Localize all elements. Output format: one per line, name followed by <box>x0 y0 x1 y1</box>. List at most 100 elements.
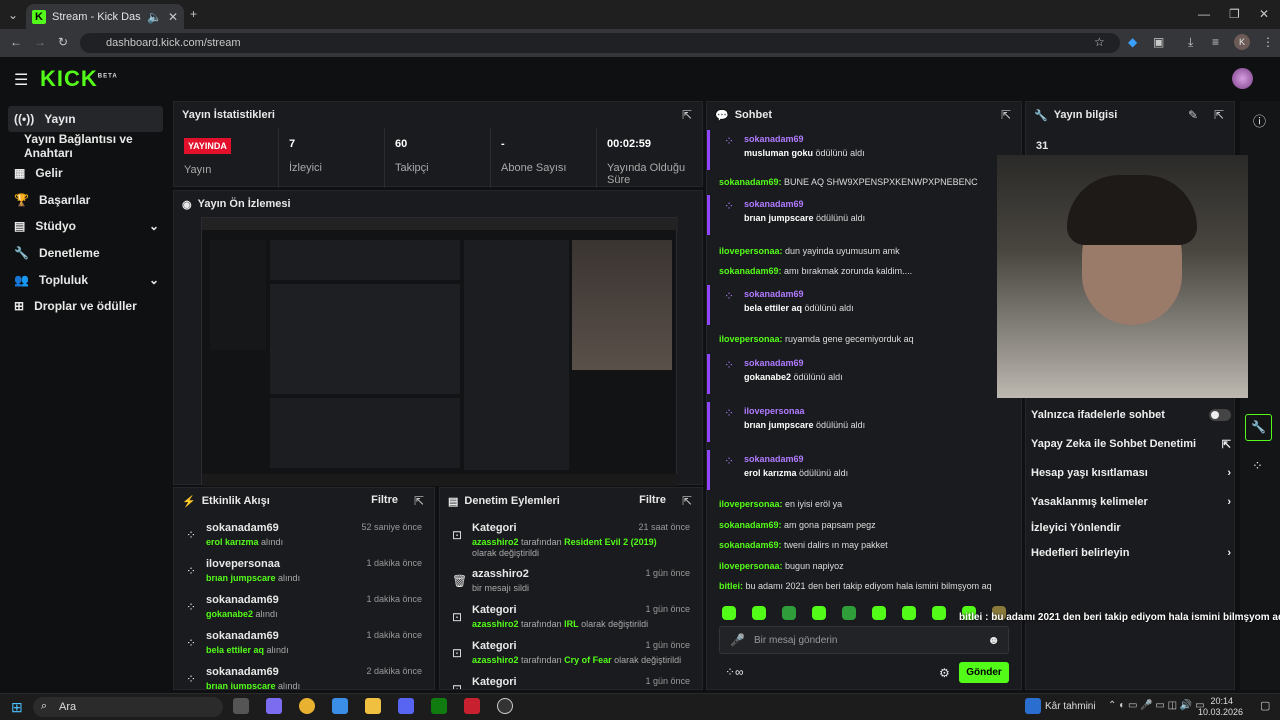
file-explorer-icon[interactable] <box>365 698 381 714</box>
chat-message: ilovepersonaa: dun yayinda uyumusum amk <box>719 246 900 256</box>
copilot-icon[interactable] <box>266 698 282 714</box>
microphone-icon[interactable]: 🎤 <box>730 633 745 647</box>
new-tab-icon[interactable]: + <box>190 7 197 21</box>
chat-message: sokanadam69: tweni dalirs ın may pakket <box>719 540 888 550</box>
windows-start-icon[interactable]: ⊞ <box>11 699 23 716</box>
chevron-right-icon: › <box>1227 496 1231 508</box>
chat-bubble-icon: 💬 <box>715 109 729 122</box>
tab-list-icon[interactable]: ⌄ <box>8 8 18 22</box>
extensions-puzzle-icon[interactable]: ▣ <box>1153 35 1164 49</box>
edit-pencil-icon[interactable]: ✎ <box>1188 108 1198 122</box>
live-badge: YAYINDA <box>184 138 231 154</box>
app-icon[interactable] <box>464 698 480 714</box>
chat-gift-message: ⁘ ilovepersonaa brıan jumpscare ödülünü al… <box>707 402 1007 442</box>
sidebar-item-yayin[interactable]: ((•)) Yayın <box>8 106 163 132</box>
media-icon[interactable]: ≡ <box>1212 35 1219 49</box>
emote-icon[interactable] <box>812 606 826 620</box>
sidebar-item-gelir[interactable]: ▦ Gelir <box>8 160 163 186</box>
sidebar-item-denetleme[interactable]: 🔧 Denetleme <box>8 240 163 266</box>
sidebar-item-topluluk[interactable]: 👥 Topluluk ⌄ <box>8 267 163 293</box>
tab-close-icon[interactable]: ✕ <box>168 10 178 24</box>
forward-icon[interactable]: → <box>34 35 46 49</box>
chevron-right-icon: › <box>1227 467 1231 479</box>
bookmark-star-icon[interactable]: ☆ <box>1094 35 1105 49</box>
user-avatar[interactable] <box>1232 68 1253 89</box>
emote-icon[interactable] <box>872 606 886 620</box>
back-icon[interactable]: ← <box>10 35 22 49</box>
kick-logo[interactable]: KICKBETA <box>40 66 118 92</box>
list-item: ⁘ sokanadam69 1 dakika önce gokanabe2 alınd… <box>186 594 422 619</box>
popout-icon[interactable]: ⇱ <box>1214 108 1224 122</box>
moderation-tools-button[interactable]: 🔧 <box>1245 414 1272 441</box>
popout-icon[interactable]: ⇱ <box>682 494 692 508</box>
taskbar-search[interactable]: ⌕ Ara <box>33 697 223 717</box>
window-close-icon[interactable]: ✕ <box>1259 7 1269 21</box>
weather-label[interactable]: Kâr tahmini <box>1045 701 1096 712</box>
sidebar-item-droplar[interactable]: ⊞ Droplar ve ödüller <box>8 293 163 319</box>
reload-icon[interactable]: ↻ <box>58 35 68 49</box>
tray-icons[interactable]: ⌃ ◐ ▭ 🎤 ▭ ◫ 🔊 ▭ <box>1108 700 1205 711</box>
menu-goals[interactable]: Hedefleri belirleyin › <box>1031 547 1231 559</box>
browser-tab[interactable]: K Stream - Kick Dashboard 🔈 ✕ <box>26 4 184 29</box>
clock-time[interactable]: 20:14 <box>1203 696 1233 706</box>
list-item: ⊡ Kategori 1 gün önce <box>448 674 694 689</box>
emote-only-toggle[interactable] <box>1209 409 1231 421</box>
gift-drop-icon: ⁘ <box>724 454 735 468</box>
menu-emote-only[interactable]: Yalnızca ifadelerle sohbet <box>1031 409 1231 421</box>
menu-banned-words[interactable]: Yasaklanmış kelimeler › <box>1031 496 1231 508</box>
search-icon: ⌕ <box>41 700 48 712</box>
chat-input[interactable]: 🎤 Bir mesaj gönderin ☻ <box>719 626 1009 654</box>
drops-icon[interactable]: ⁘ <box>1252 458 1263 474</box>
profile-avatar[interactable]: K <box>1234 34 1250 50</box>
live-status: YAYINDA Yayın <box>174 128 279 188</box>
sidebar-item-studyo[interactable]: ▤ Stüdyo ⌄ <box>8 213 163 239</box>
hamburger-menu-icon[interactable]: ☰ <box>14 70 28 90</box>
send-button[interactable]: Gönder <box>959 662 1009 683</box>
obs-icon[interactable] <box>497 698 513 714</box>
activity-filter-button[interactable]: Filtre <box>371 494 398 506</box>
popout-icon[interactable]: ⇱ <box>1001 108 1011 122</box>
chat-gift-message: ⁘ sokanadam69 brıan jumpscare ödülünü aldı <box>707 195 1007 235</box>
emote-icon[interactable] <box>782 606 796 620</box>
list-item: ⁘ sokanadam69 2 dakika önce brıan jumpscare… <box>186 666 422 690</box>
clock-date[interactable]: 10.03.2026 <box>1198 707 1243 717</box>
browser-menu-icon[interactable]: ⋮ <box>1262 35 1274 49</box>
tab-audio-icon[interactable]: 🔈 <box>147 10 162 24</box>
menu-raid[interactable]: İzleyici Yönlendir <box>1031 522 1231 534</box>
notification-icon[interactable]: ▢ <box>1260 699 1270 712</box>
preview-panel: ◉ Yayın Ön İzlemesi <box>173 190 703 486</box>
info-circle-icon[interactable]: ⓘ <box>1253 111 1266 130</box>
sidebar-item-stream-key[interactable]: Yayın Bağlantısı ve Anahtarı <box>18 132 173 160</box>
task-view-icon[interactable] <box>233 698 249 714</box>
url-field[interactable]: dashboard.kick.com/stream <box>80 33 1120 53</box>
sidebar-item-basarilar[interactable]: 🏆 Başarılar <box>8 187 163 213</box>
chevron-down-icon: ⌄ <box>148 273 159 287</box>
emote-icon[interactable] <box>842 606 856 620</box>
moderation-filter-button[interactable]: Filtre <box>639 494 666 506</box>
minimize-icon[interactable]: — <box>1198 7 1210 21</box>
emote-icon[interactable] <box>932 606 946 620</box>
download-icon[interactable]: ⤓ <box>1188 35 1193 50</box>
chat-message: ilovepersonaa: ruyamda gene gecemiyorduk… <box>719 334 914 344</box>
stream-preview-video[interactable] <box>201 217 678 486</box>
emoji-icon[interactable]: ☻ <box>987 633 1000 647</box>
xbox-icon[interactable] <box>431 698 447 714</box>
discord-icon[interactable] <box>398 698 414 714</box>
followers-stat: 60 Takipçi <box>385 128 491 188</box>
emote-icon[interactable] <box>752 606 766 620</box>
chat-placeholder: Bir mesaj gönderin <box>754 635 838 646</box>
popout-icon[interactable]: ⇱ <box>414 494 424 508</box>
settings-gear-icon[interactable]: ⚙ <box>939 666 950 680</box>
emote-icon[interactable] <box>902 606 916 620</box>
points-icon[interactable]: ⁘∞ <box>725 665 744 679</box>
viewers-stat: 7 İzleyici <box>279 128 385 188</box>
maximize-icon[interactable]: ❐ <box>1229 7 1240 21</box>
app-icon[interactable] <box>332 698 348 714</box>
chrome-icon[interactable] <box>299 698 315 714</box>
extension-icon[interactable]: ◆ <box>1128 35 1137 49</box>
emote-icon[interactable] <box>722 606 736 620</box>
tab-title: Stream - Kick Dashboard <box>52 10 141 23</box>
popout-icon[interactable]: ⇱ <box>682 108 692 122</box>
menu-ai-moderation[interactable]: Yapay Zeka ile Sohbet Denetimi ⇱ <box>1031 438 1231 451</box>
menu-account-age[interactable]: Hesap yaşı kısıtlaması › <box>1031 467 1231 479</box>
